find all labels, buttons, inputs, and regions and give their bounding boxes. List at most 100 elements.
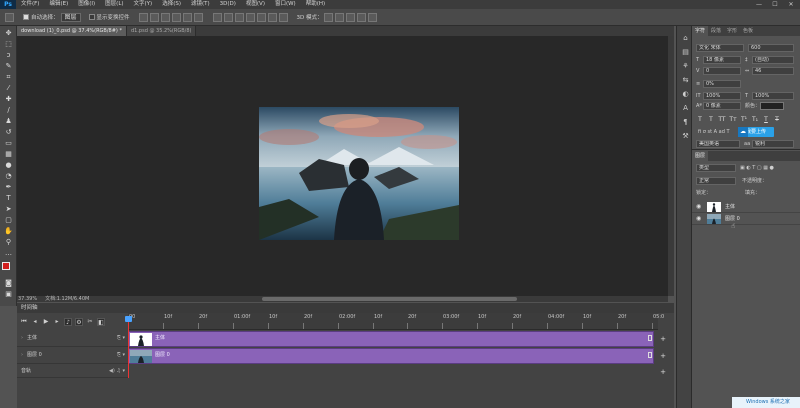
- actions-icon[interactable]: ⇆: [681, 76, 690, 85]
- font-style-select[interactable]: 600: [748, 44, 794, 52]
- playhead-handle[interactable]: [125, 316, 132, 322]
- blend-mode-select[interactable]: 正常: [696, 177, 736, 185]
- small-caps-button[interactable]: Tт: [729, 116, 737, 124]
- kerning-field[interactable]: 0: [703, 67, 741, 75]
- add-media-button[interactable]: +: [658, 334, 668, 344]
- align-right-icon[interactable]: [193, 12, 203, 22]
- align-hcenter-icon[interactable]: [182, 12, 192, 22]
- vertical-scrollbar[interactable]: [668, 36, 674, 296]
- clip-end-handle[interactable]: [648, 335, 652, 341]
- track-film-icon[interactable]: ⎘ ▾: [117, 347, 125, 364]
- visibility-eye-icon[interactable]: ◉: [696, 203, 701, 210]
- brush-preset-icon[interactable]: ⚘: [681, 62, 690, 71]
- superscript-button[interactable]: T¹: [740, 116, 748, 124]
- 3d-rotate-icon[interactable]: [323, 12, 333, 22]
- distribute-vcenter-icon[interactable]: [223, 12, 233, 22]
- dodge-tool-icon[interactable]: ◔: [3, 171, 14, 181]
- track-label-layer0[interactable]: › 图层 0 ⎘ ▾: [17, 347, 128, 364]
- scale-percent-field[interactable]: 0%: [703, 80, 741, 88]
- show-transform-checkbox[interactable]: [88, 14, 95, 20]
- zoom-tool-icon[interactable]: ⚲: [3, 237, 14, 247]
- leading-field[interactable]: (自动): [752, 56, 794, 64]
- language-select[interactable]: 美国英语: [696, 140, 740, 148]
- close-button[interactable]: ✕: [784, 0, 798, 9]
- tab-swatches[interactable]: 色板: [740, 26, 756, 36]
- menu-file[interactable]: 文件(F): [16, 0, 44, 9]
- play-icon[interactable]: ▶: [42, 318, 50, 326]
- faux-bold-button[interactable]: T: [696, 116, 704, 124]
- crop-tool-icon[interactable]: ⌗: [3, 72, 14, 82]
- type-panel-icon[interactable]: A: [681, 104, 690, 113]
- align-left-icon[interactable]: [171, 12, 181, 22]
- pen-tool-icon[interactable]: ✒: [3, 182, 14, 192]
- document-image[interactable]: [259, 107, 459, 240]
- transition-icon[interactable]: ◧: [97, 317, 105, 326]
- menu-edit[interactable]: 编辑(E): [44, 0, 73, 9]
- properties-icon[interactable]: ▤: [681, 48, 690, 57]
- all-caps-button[interactable]: TT: [718, 116, 726, 124]
- underline-button[interactable]: T: [762, 116, 770, 124]
- tab-paragraph[interactable]: 段落: [708, 26, 724, 36]
- baseline-field[interactable]: 0 像素: [703, 102, 741, 110]
- layer-name[interactable]: 图层 0: [725, 215, 740, 222]
- tracking-field[interactable]: 46: [752, 67, 794, 75]
- tab-d1-psd[interactable]: d1.psd @ 35.2%(RGB/8): [126, 26, 197, 36]
- distribute-right-icon[interactable]: [267, 12, 277, 22]
- distribute-hcenter-icon[interactable]: [256, 12, 266, 22]
- menu-3d[interactable]: 3D(D): [215, 0, 241, 9]
- horizontal-scroll-thumb[interactable]: [262, 297, 517, 301]
- type-tool-icon[interactable]: T: [3, 193, 14, 203]
- 3d-slide-icon[interactable]: [356, 12, 366, 22]
- auto-align-icon[interactable]: [278, 12, 288, 22]
- maximize-button[interactable]: ☐: [768, 0, 782, 9]
- go-first-frame-icon[interactable]: ⏮: [20, 318, 28, 326]
- distribute-top-icon[interactable]: [212, 12, 222, 22]
- align-vcenter-icon[interactable]: [149, 12, 159, 22]
- menu-help[interactable]: 帮助(H): [301, 0, 330, 9]
- tab-layers[interactable]: 图层: [692, 151, 709, 161]
- history-brush-tool-icon[interactable]: ↺: [3, 127, 14, 137]
- menu-filter[interactable]: 滤镜(T): [186, 0, 215, 9]
- healing-tool-icon[interactable]: ✚: [3, 94, 14, 104]
- menu-image[interactable]: 图像(I): [73, 0, 100, 9]
- font-family-select[interactable]: 文化 宋体: [696, 44, 744, 52]
- align-top-icon[interactable]: [138, 12, 148, 22]
- strikethrough-button[interactable]: T: [773, 116, 781, 124]
- layer-row-layer0[interactable]: ◉ 图层 0: [692, 213, 800, 225]
- font-size-field[interactable]: 18 像素: [703, 56, 741, 64]
- expand-arrow-icon[interactable]: ›: [21, 352, 23, 358]
- distribute-bottom-icon[interactable]: [234, 12, 244, 22]
- timeline-ruler[interactable]: 00 10f 20f 01:00f 10f 20f 02:00f 10f 20f 03:00f 10…: [128, 313, 664, 330]
- add-audio-button[interactable]: +: [658, 367, 668, 377]
- history-icon[interactable]: ⌂: [681, 34, 690, 43]
- quick-mask-icon[interactable]: ◙: [3, 278, 14, 288]
- antialias-select[interactable]: 锐利: [752, 140, 794, 148]
- layer-filter-icons[interactable]: ▣ ◐ T ▢ ▦ ●: [740, 164, 774, 172]
- rectangle-tool-icon[interactable]: ▢: [3, 215, 14, 225]
- add-media-button[interactable]: +: [658, 351, 668, 361]
- split-icon[interactable]: ✂: [86, 318, 94, 326]
- quick-select-tool-icon[interactable]: ✎: [3, 61, 14, 71]
- stamp-tool-icon[interactable]: ♟: [3, 116, 14, 126]
- playhead-line[interactable]: [128, 316, 129, 378]
- clip-subject[interactable]: 主体: [128, 331, 654, 347]
- audio-toggle-icon[interactable]: ♪: [64, 317, 72, 326]
- move-tool-preset-icon[interactable]: [5, 12, 14, 22]
- tools-preset-icon[interactable]: ⚒: [681, 132, 690, 141]
- eraser-tool-icon[interactable]: ▭: [3, 138, 14, 148]
- foreground-color-swatch[interactable]: [2, 262, 10, 270]
- tab-glyphs[interactable]: 字形: [724, 26, 740, 36]
- zoom-level[interactable]: 37.39%: [18, 296, 37, 302]
- minimize-button[interactable]: —: [752, 0, 766, 9]
- auto-select-checkbox[interactable]: [23, 14, 29, 20]
- menu-type[interactable]: 文字(Y): [129, 0, 158, 9]
- tab-character[interactable]: 字符: [692, 26, 709, 36]
- adjustments-icon[interactable]: ◐: [681, 90, 690, 99]
- clip-end-handle[interactable]: [648, 352, 652, 358]
- 3d-pan-icon[interactable]: [345, 12, 355, 22]
- hand-tool-icon[interactable]: ✋: [3, 226, 14, 236]
- 3d-roll-icon[interactable]: [334, 12, 344, 22]
- next-frame-icon[interactable]: ▸: [53, 318, 61, 326]
- gradient-tool-icon[interactable]: ▦: [3, 149, 14, 159]
- audio-note-icon[interactable]: ◀) ♫ ▾: [109, 364, 125, 378]
